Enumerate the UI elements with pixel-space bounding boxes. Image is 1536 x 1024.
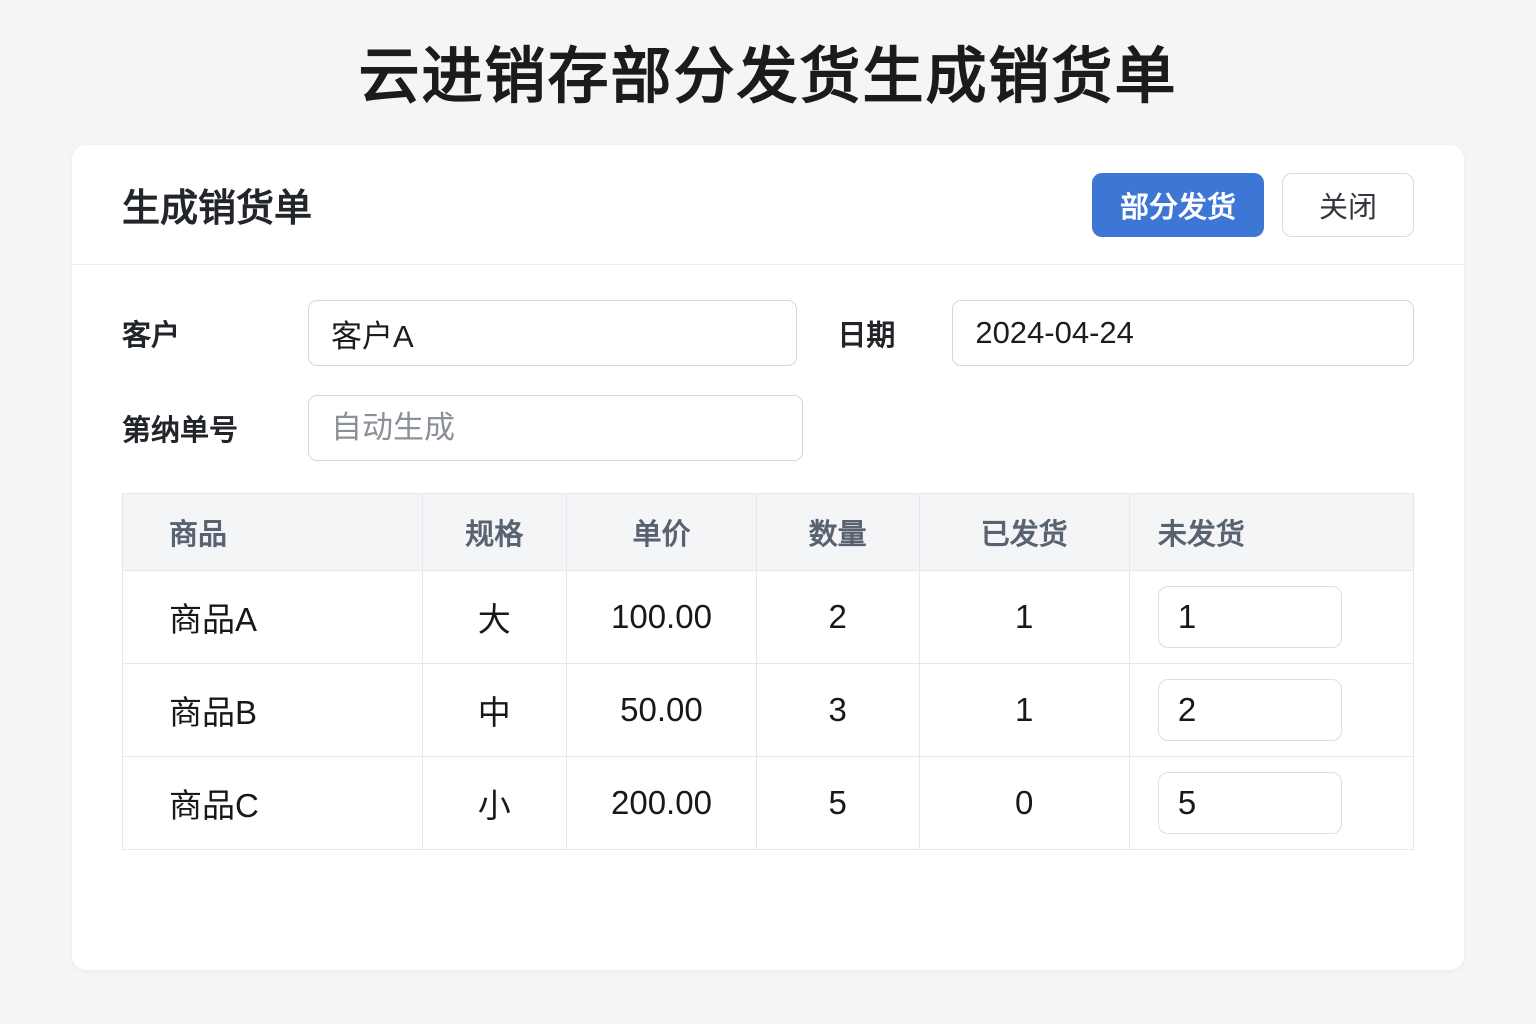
header-shipped: 已发货 [918,493,1130,571]
qty-cell: 5 [755,756,920,850]
customer-label: 客户 [122,320,181,352]
partial-ship-button[interactable]: 部分发货 [1091,172,1264,237]
items-table: 商品 规格 单价 数量 已发货 未发货 商品A 大 100.00 2 1 1 商… [122,493,1415,850]
spec-cell: 大 [421,570,568,664]
form-row-order-no: 第纳单号 [122,395,1414,461]
product-cell: 商品A [122,570,423,664]
price-cell: 200.00 [566,756,757,850]
panel-body: 客户 日期 第纳单号 商品 规格 单价 数量 已发货 未发货 [72,265,1464,850]
unshipped-cell [1128,663,1415,757]
panel-header: 生成销货单 部分发货 关闭 [72,145,1464,265]
order-no-input[interactable] [308,395,803,461]
header-qty: 数量 [755,493,920,571]
product-cell: 商品C [122,756,423,850]
shipped-cell: 1 [918,570,1130,664]
panel-title: 生成销货单 [122,188,313,230]
customer-input[interactable] [308,300,798,366]
header-product: 商品 [122,493,423,571]
unshipped-cell [1128,756,1415,850]
price-cell: 100.00 [566,570,757,664]
unshipped-input[interactable] [1157,772,1342,834]
close-button[interactable]: 关闭 [1281,172,1414,237]
header-unshipped: 未发货 [1128,493,1415,571]
table-row: 商品B 中 50.00 3 1 [122,663,1415,757]
qty-cell: 3 [755,663,920,757]
panel-actions: 部分发货 关闭 [1091,172,1414,237]
date-input[interactable] [952,300,1414,366]
qty-cell: 2 [755,570,920,664]
shipped-cell: 0 [918,756,1130,850]
shipped-cell: 1 [918,663,1130,757]
header-price: 单价 [566,493,757,571]
table-header-row: 商品 规格 单价 数量 已发货 未发货 [122,493,1415,571]
table-row: 商品C 小 200.00 5 0 [122,756,1415,850]
unshipped-cell [1128,570,1415,664]
spec-cell: 中 [421,663,568,757]
product-cell: 商品B [122,663,423,757]
header-spec: 规格 [421,493,568,571]
date-label: 日期 [837,320,896,352]
price-cell: 50.00 [566,663,757,757]
generate-sales-order-panel: 生成销货单 部分发货 关闭 客户 日期 第纳单号 商品 规格 [72,145,1464,970]
unshipped-input[interactable] [1157,679,1342,741]
unshipped-input[interactable] [1157,586,1342,648]
spec-cell: 小 [421,756,568,850]
table-row: 商品A 大 100.00 2 1 [122,570,1415,664]
page-title: 云进销存部分发货生成销货单 [358,42,1178,110]
order-no-label: 第纳单号 [122,415,239,447]
form-row-customer-date: 客户 日期 [122,300,1414,366]
